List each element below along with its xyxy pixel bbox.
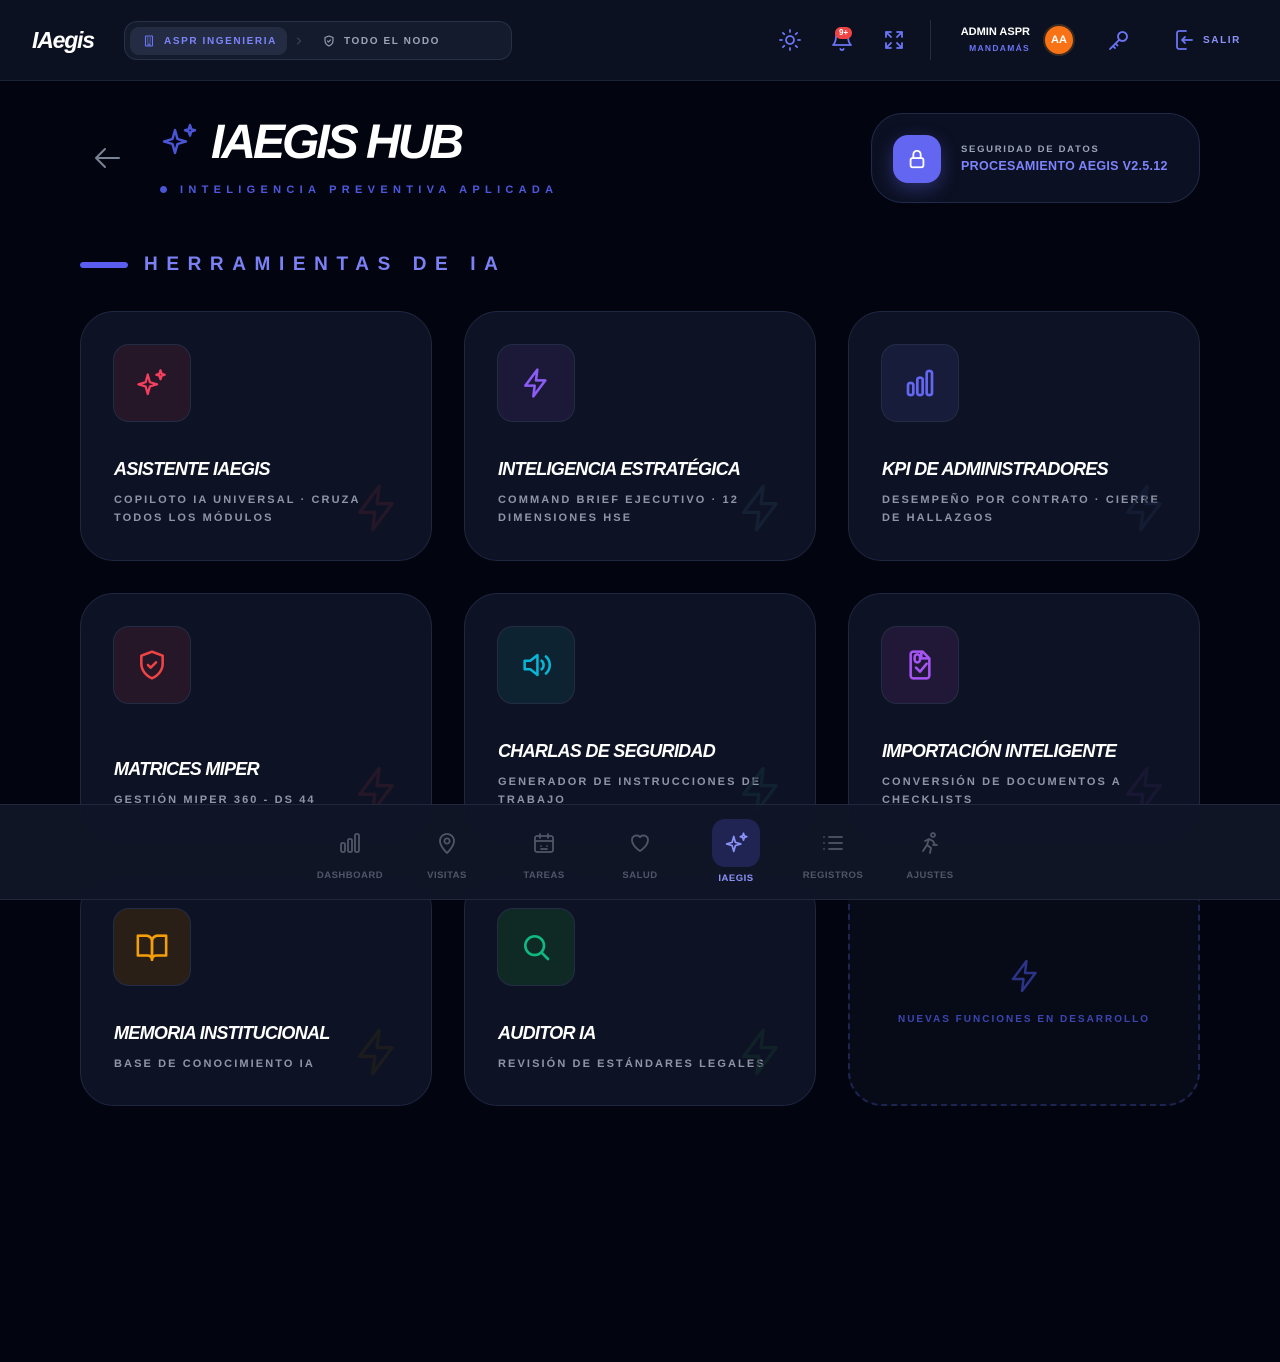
bolt-icon (497, 344, 575, 422)
book-icon (113, 908, 191, 986)
fullscreen-icon[interactable] (882, 28, 906, 52)
sun-icon[interactable] (778, 28, 802, 52)
tool-card-title: IMPORTACIÓN INTELIGENTE (882, 741, 1117, 761)
bar-chart-icon (881, 344, 959, 422)
nav-item-label: SALUD (622, 870, 658, 881)
sparkles-icon (160, 122, 200, 158)
security-version: PROCESAMIENTO AEGIS V2.5.12 (961, 159, 1168, 173)
sparkles-icon (113, 344, 191, 422)
nav-item-label: TAREAS (523, 870, 565, 881)
tool-card-title: INTELIGENCIA ESTRATÉGICA (498, 459, 741, 479)
bolt-icon (1007, 958, 1043, 994)
chevron-right-icon (293, 34, 305, 48)
tool-card-asistente[interactable]: ASISTENTE IAEGIS COPILOTO IA UNIVERSAL ·… (80, 311, 432, 561)
nav-item-iaegis[interactable]: IAEGIS (688, 805, 784, 901)
file-scan-icon (881, 626, 959, 704)
subtitle-dot (160, 186, 167, 193)
tool-card-auditor[interactable]: AUDITOR IA REVISIÓN DE ESTÁNDARES LEGALE… (464, 875, 816, 1106)
nav-item-tareas[interactable]: TAREAS (496, 805, 592, 901)
page-subtitle: INTELIGENCIA PREVENTIVA APLICADA (180, 184, 559, 196)
tool-card-title: AUDITOR IA (498, 1023, 596, 1043)
tool-card-title: CHARLAS DE SEGURIDAD (498, 741, 716, 761)
placeholder-text: NUEVAS FUNCIONES EN DESARROLLO (897, 1014, 1151, 1025)
building-icon (143, 35, 155, 47)
breadcrumb-node[interactable]: TODO EL NODO (323, 27, 440, 55)
lock-icon (893, 135, 941, 183)
tool-card-title: ASISTENTE IAEGIS (114, 459, 271, 479)
bolt-icon (351, 482, 403, 534)
tool-card-memoria[interactable]: MEMORIA INSTITUCIONAL BASE DE CONOCIMIEN… (80, 875, 432, 1106)
breadcrumb-company[interactable]: ASPR INGENIERIA (130, 27, 287, 55)
list-icon (821, 831, 845, 855)
key-icon[interactable] (1107, 28, 1131, 52)
nav-item-label: DASHBOARD (316, 870, 384, 881)
breadcrumb: ASPR INGENIERIA TODO EL NODO (124, 21, 512, 60)
tool-card-kpi[interactable]: KPI DE ADMINISTRADORES DESEMPEÑO POR CON… (848, 311, 1200, 561)
user-role: MANDAMÁS (969, 43, 1030, 53)
bottom-nav: DASHBOARD VISITAS TAREAS SALUD IAEGIS RE… (0, 804, 1280, 900)
breadcrumb-node-label: TODO EL NODO (344, 35, 441, 47)
search-icon (497, 908, 575, 986)
sparkles-icon (724, 831, 748, 855)
security-card: SEGURIDAD DE DATOS PROCESAMIENTO AEGIS V… (871, 113, 1200, 203)
calendar-icon (532, 831, 556, 855)
avatar[interactable]: AA (1043, 24, 1075, 56)
security-kicker: SEGURIDAD DE DATOS (961, 144, 1100, 155)
tool-card-title: MATRICES MIPER (114, 759, 260, 779)
bolt-icon (735, 482, 787, 534)
tool-card-inteligencia[interactable]: INTELIGENCIA ESTRATÉGICA COMMAND BRIEF E… (464, 311, 816, 561)
section-title: HERRAMIENTAS DE IA (144, 254, 507, 275)
tool-card-title: MEMORIA INSTITUCIONAL (114, 1023, 330, 1043)
shield-icon (323, 35, 335, 47)
user-name: ADMIN ASPR (960, 26, 1030, 38)
running-person-icon (918, 831, 942, 855)
nav-item-label: VISITAS (427, 870, 467, 881)
heart-icon (628, 831, 652, 855)
tool-card-title: KPI DE ADMINISTRADORES (882, 459, 1109, 479)
section-accent-bar (80, 262, 128, 268)
app-logo[interactable]: IAegis (32, 27, 95, 54)
page-title: IAEGIS HUB (211, 116, 464, 169)
breadcrumb-company-label: ASPR INGENIERIA (164, 35, 277, 47)
logout-button[interactable]: SALIR (1203, 35, 1241, 46)
top-bar: IAegis ASPR INGENIERIA TODO EL NODO 9+ A… (0, 0, 1280, 81)
bolt-icon (351, 1026, 403, 1078)
back-arrow-icon[interactable] (93, 144, 123, 172)
nav-item-salud[interactable]: SALUD (592, 805, 688, 901)
logout-icon[interactable] (1172, 28, 1196, 52)
bolt-icon (735, 1026, 787, 1078)
nav-item-registros[interactable]: REGISTROS (785, 805, 881, 901)
nav-item-visitas[interactable]: VISITAS (399, 805, 495, 901)
shield-check-icon (113, 626, 191, 704)
notification-badge: 9+ (835, 27, 853, 39)
nav-item-label: AJUSTES (906, 870, 954, 881)
nav-item-ajustes[interactable]: AJUSTES (882, 805, 978, 901)
map-pin-icon (435, 831, 459, 855)
nav-item-label: REGISTROS (802, 870, 864, 881)
bolt-icon (1119, 482, 1171, 534)
bar-chart-icon (338, 831, 362, 855)
nav-item-label: IAEGIS (718, 873, 754, 884)
speaker-icon (497, 626, 575, 704)
nav-item-dashboard[interactable]: DASHBOARD (302, 805, 398, 901)
